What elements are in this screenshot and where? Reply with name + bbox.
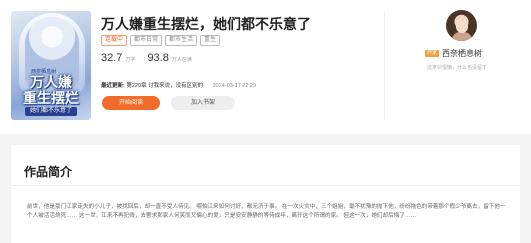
- update-time: 2024-03-17 22:29: [212, 83, 257, 89]
- avatar-face: [456, 19, 468, 33]
- book-stats: 32.7 万字 93.8 万人在读: [101, 52, 204, 64]
- author-info: 这家伙很懒，什么也没留下: [427, 65, 488, 71]
- word-count-unit: 万字: [125, 57, 136, 63]
- latest-update: 最近更新: 第220章 讨我来说，没有区别的 2024-03-17 22:29: [101, 81, 256, 89]
- latest-chapter-link[interactable]: 第220章 讨我来说，没有区别的: [126, 83, 203, 89]
- divider: [11, 185, 520, 186]
- author-badge: 作家: [425, 50, 440, 57]
- intro-heading: 作品简介: [24, 165, 73, 179]
- tag-category[interactable]: 都市生活: [165, 35, 198, 46]
- tag-status: 连载中: [101, 35, 128, 46]
- tag-category[interactable]: 都市日常: [130, 35, 163, 46]
- cover-title-line2: 重生摆烂: [23, 90, 79, 106]
- cover-subtitle: 她们都不乐意了: [25, 107, 77, 116]
- start-reading-button[interactable]: 开始阅读: [102, 96, 160, 110]
- cover-title-line1: 万人嫌: [30, 74, 72, 90]
- tag-category[interactable]: 重生: [200, 35, 221, 46]
- intro-text: 前世，他是豪门江家走失的小儿子，被找回后，却一直不受人待见。 哪怕江来如何讨好，…: [27, 204, 506, 220]
- reader-count: 93.8: [147, 52, 169, 64]
- word-count: 32.7: [101, 52, 123, 64]
- add-to-shelf-button[interactable]: 加入书架: [171, 96, 235, 110]
- author-row: 作家 西奈栖息树: [425, 48, 482, 59]
- author-name[interactable]: 西奈栖息树: [442, 48, 482, 59]
- intro-section: 作品简介 前世，他是豪门江家走失的小儿子，被找回后，却一直不受人待见。 哪怕江来…: [11, 145, 520, 243]
- book-title: 万人嫌重生摆烂，她们都不乐意了: [101, 16, 311, 32]
- update-label: 最近更新:: [101, 83, 125, 89]
- book-tags: 连载中 都市日常 都市生活 重生: [101, 35, 221, 46]
- reader-count-unit: 万人在读: [171, 57, 192, 63]
- book-header-panel: 西奈栖息树 万人嫌 重生摆烂 她们都不乐意了 万人嫌重生摆烂，她们都不乐意了 连…: [0, 0, 531, 134]
- avatar-body: [452, 32, 472, 41]
- divider: [384, 12, 385, 120]
- author-avatar[interactable]: [446, 10, 477, 41]
- book-cover-image[interactable]: 西奈栖息树 万人嫌 重生摆烂 她们都不乐意了: [11, 11, 91, 120]
